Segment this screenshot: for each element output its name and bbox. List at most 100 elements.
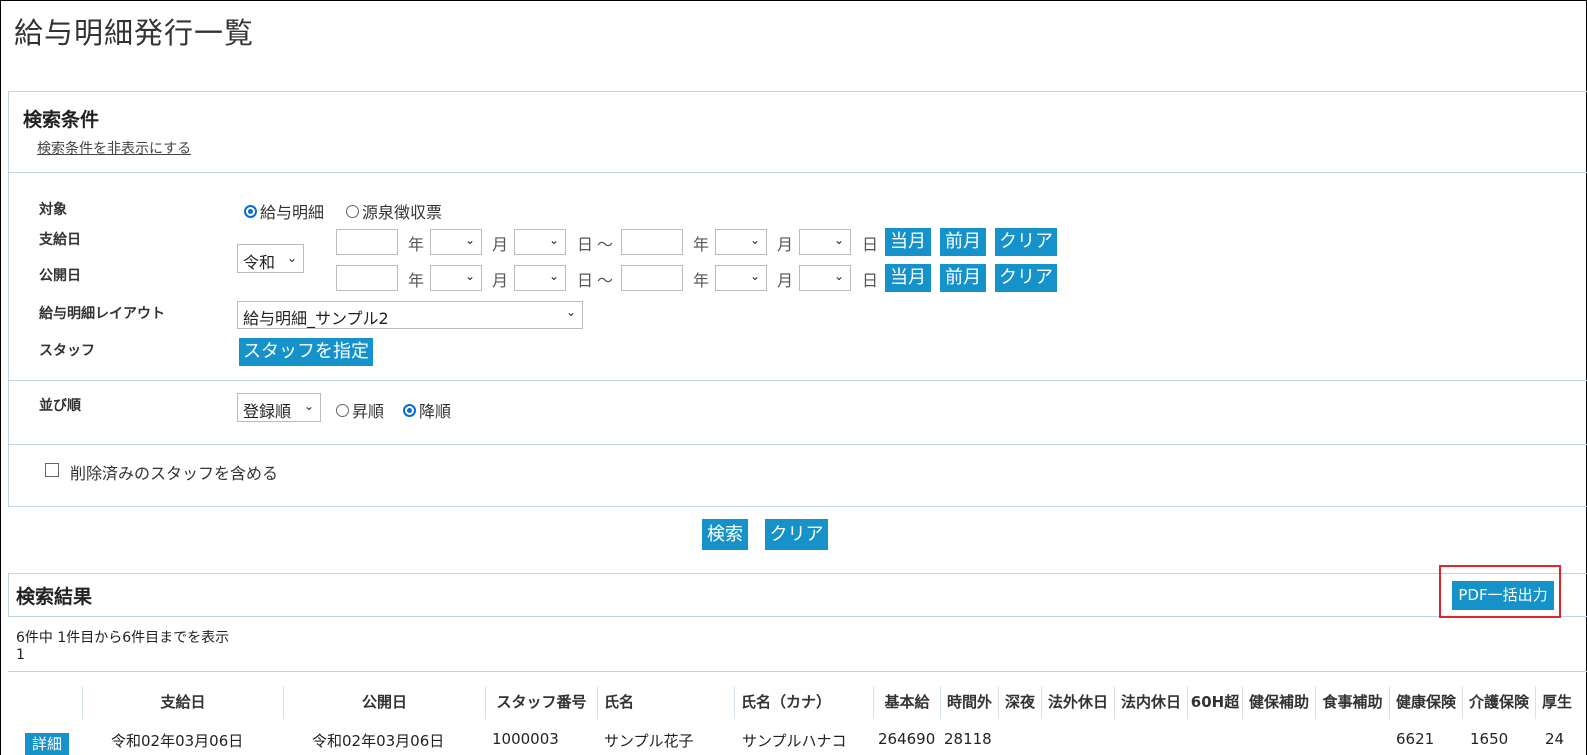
pay-date-previous-month-button[interactable]: 前月	[940, 228, 986, 256]
chevron-down-icon: ⌄	[749, 233, 760, 247]
results-table-header: 支給日 公開日 スタッフ番号 氏名 氏名（カナ） 基本給 時間外 深夜 法外休日…	[10, 686, 1587, 719]
chevron-down-icon: ⌄	[286, 251, 297, 265]
col-header-name[interactable]: 氏名	[597, 686, 734, 719]
cell-care-insurance: 1650	[1470, 730, 1509, 748]
publish-date-current-month-button[interactable]: 当月	[885, 264, 931, 292]
month-unit: 月	[492, 235, 509, 254]
col-header-pay-date[interactable]: 支給日	[82, 686, 283, 719]
era-select[interactable]: 令和 ⌄	[237, 244, 304, 273]
target-radio-withholding[interactable]: 源泉徴収票	[346, 199, 442, 223]
chevron-down-icon: ⌄	[464, 269, 475, 283]
publish-date-to-month-select[interactable]: ⌄	[715, 265, 767, 291]
pay-date-from-year-input[interactable]	[336, 229, 398, 255]
year-unit: 年	[408, 271, 425, 290]
pay-date-to-year-input[interactable]	[621, 229, 683, 255]
col-header-pension[interactable]: 厚生	[1535, 686, 1587, 719]
col-header-publish-date[interactable]: 公開日	[283, 686, 485, 719]
col-header-night[interactable]: 深夜	[998, 686, 1041, 719]
cell-staff-no: 1000003	[492, 730, 559, 748]
pay-date-clear-button[interactable]: クリア	[995, 228, 1057, 256]
chevron-down-icon: ⌄	[833, 269, 844, 283]
chevron-down-icon: ⌄	[749, 269, 760, 283]
chevron-down-icon: ⌄	[548, 269, 559, 283]
pay-date-label: 支給日	[39, 232, 81, 248]
results-header: 検索結果	[8, 573, 1587, 617]
publish-date-to-year-input[interactable]	[621, 265, 683, 291]
sort-value: 登録順	[243, 402, 292, 421]
layout-value: 給与明細_サンプル2	[243, 309, 389, 328]
publish-date-clear-button[interactable]: クリア	[995, 264, 1057, 292]
col-header-base[interactable]: 基本給	[873, 686, 940, 719]
day-unit: 日	[577, 235, 594, 254]
publish-date-from-month-select[interactable]: ⌄	[430, 265, 482, 291]
month-unit: 月	[777, 235, 794, 254]
publish-date-from-day-select[interactable]: ⌄	[514, 265, 566, 291]
search-button[interactable]: 検索	[702, 519, 748, 550]
deleted-divider	[8, 444, 1587, 445]
range-tilde: 〜	[597, 235, 614, 254]
sort-option-label: 降順	[419, 402, 452, 421]
month-unit: 月	[777, 271, 794, 290]
target-label: 対象	[39, 202, 67, 218]
cell-kana: サンプルハナコ	[742, 732, 847, 750]
cell-overtime: 28118	[944, 730, 992, 748]
layout-label: 給与明細レイアウト	[39, 306, 165, 322]
era-value: 令和	[243, 253, 276, 272]
chevron-down-icon: ⌄	[464, 233, 475, 247]
sort-option-label: 昇順	[352, 402, 385, 421]
pay-date-from-month-select[interactable]: ⌄	[430, 229, 482, 255]
sort-label: 並び順	[39, 398, 81, 414]
col-header-60h[interactable]: 60H超	[1187, 686, 1242, 719]
col-header-statutory-holiday[interactable]: 法外休日	[1041, 686, 1114, 719]
search-panel-header: 検索条件 検索条件を非表示にする	[9, 92, 1587, 173]
year-unit: 年	[693, 271, 710, 290]
col-header-health-aid[interactable]: 健保補助	[1242, 686, 1315, 719]
table-top-divider	[8, 671, 1587, 672]
pay-date-to-day-select[interactable]: ⌄	[799, 229, 851, 255]
radio-selected-icon	[244, 204, 257, 218]
col-header-staff-no[interactable]: スタッフ番号	[485, 686, 597, 719]
cell-name: サンプル花子	[604, 732, 694, 750]
sort-descending-radio[interactable]: 降順	[403, 398, 451, 422]
clear-button[interactable]: クリア	[765, 519, 828, 550]
target-radio-payslip[interactable]: 給与明細	[244, 199, 324, 223]
col-header-kana[interactable]: 氏名（カナ）	[734, 686, 873, 719]
year-unit: 年	[693, 235, 710, 254]
search-panel-title: 検索条件	[23, 109, 100, 131]
cell-pay-date: 令和02年03月06日	[111, 732, 244, 750]
chevron-down-icon: ⌄	[833, 233, 844, 247]
col-header-care-insurance[interactable]: 介護保険	[1462, 686, 1535, 719]
col-header-meal-aid[interactable]: 食事補助	[1315, 686, 1389, 719]
page-title: 給与明細発行一覧	[14, 16, 255, 50]
col-header-nonstatutory-holiday[interactable]: 法内休日	[1114, 686, 1187, 719]
hide-conditions-link[interactable]: 検索条件を非表示にする	[37, 138, 191, 158]
publish-date-to-day-select[interactable]: ⌄	[799, 265, 851, 291]
month-unit: 月	[492, 271, 509, 290]
include-deleted-checkbox[interactable]	[45, 463, 59, 477]
sort-select[interactable]: 登録順 ⌄	[237, 393, 321, 422]
day-unit: 日	[862, 271, 879, 290]
publish-date-from-year-input[interactable]	[336, 265, 398, 291]
include-deleted-label: 削除済みのスタッフを含める	[70, 464, 279, 483]
target-option-label: 給与明細	[260, 203, 325, 222]
sort-divider	[8, 380, 1587, 381]
col-header-overtime[interactable]: 時間外	[940, 686, 998, 719]
pay-date-from-day-select[interactable]: ⌄	[514, 229, 566, 255]
range-tilde: 〜	[597, 271, 614, 290]
chevron-down-icon: ⌄	[548, 233, 559, 247]
day-unit: 日	[862, 235, 879, 254]
layout-select[interactable]: 給与明細_サンプル2 ⌄	[237, 301, 583, 329]
pay-date-current-month-button[interactable]: 当月	[885, 228, 931, 256]
pdf-bulk-export-button[interactable]: PDF一括出力	[1452, 581, 1554, 610]
day-unit: 日	[577, 271, 594, 290]
row-detail-button[interactable]: 詳細	[25, 733, 69, 755]
sort-ascending-radio[interactable]: 昇順	[336, 398, 384, 422]
col-header-health-insurance[interactable]: 健康保険	[1389, 686, 1462, 719]
col-header-detail	[10, 686, 82, 719]
select-staff-button[interactable]: スタッフを指定	[239, 338, 373, 366]
publish-date-previous-month-button[interactable]: 前月	[940, 264, 986, 292]
cell-health-insurance: 6621	[1396, 730, 1435, 748]
radio-selected-icon	[403, 403, 416, 417]
pay-date-to-month-select[interactable]: ⌄	[715, 229, 767, 255]
pagination-page-1[interactable]: 1	[16, 647, 25, 663]
